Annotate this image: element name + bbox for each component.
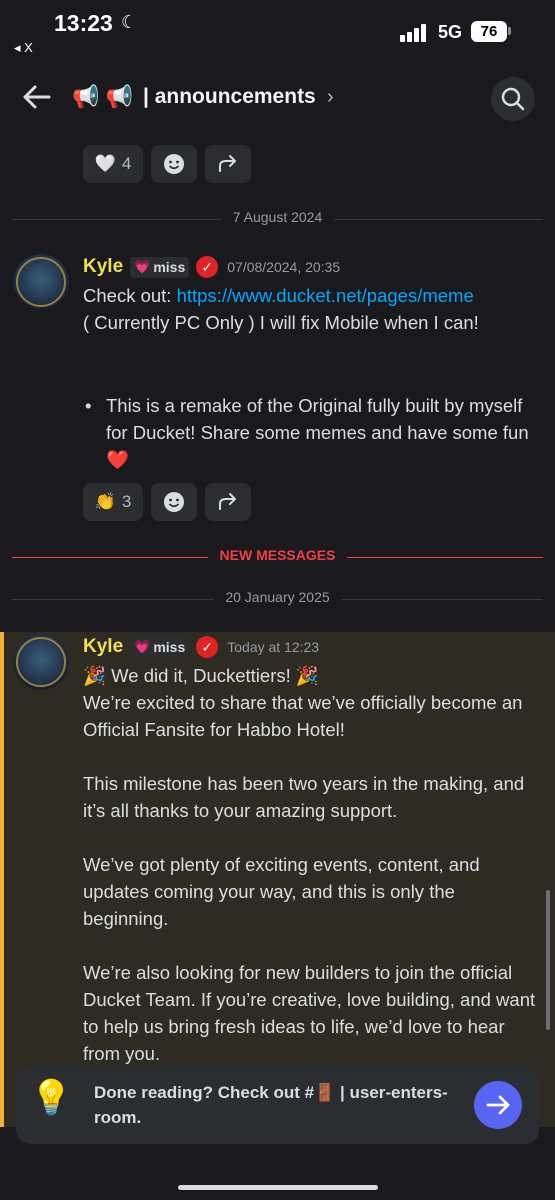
- reaction-count: 4: [121, 154, 132, 173]
- scrollbar[interactable]: [546, 890, 550, 1030]
- heart-icon: 💗: [134, 639, 151, 654]
- avatar[interactable]: [13, 634, 69, 690]
- chevron-right-icon[interactable]: ›: [327, 86, 334, 109]
- lightbulb-icon: 💡: [30, 1079, 73, 1117]
- search-icon: [501, 87, 525, 111]
- message-paragraph: We’re also looking for new builders to j…: [83, 962, 536, 1064]
- list-item-text: This is a remake of the Original fully b…: [106, 395, 529, 470]
- smiley-icon: [164, 154, 184, 174]
- message-header: Kyle 💗 miss ✓ 07/08/2024, 20:35: [83, 256, 340, 278]
- timestamp: 07/08/2024, 20:35: [227, 259, 341, 275]
- battery-nub: [508, 27, 511, 35]
- share-arrow-icon: [219, 155, 236, 172]
- next-channel-banner[interactable]: 💡 Done reading? Check out #🚪 | user-ente…: [16, 1066, 539, 1144]
- back-arrow-icon[interactable]: [20, 80, 54, 114]
- channel-header: 📢 📢 | announcements ›: [0, 64, 555, 134]
- heart-icon: 💗: [134, 259, 151, 274]
- message-text: Check out:: [83, 285, 177, 306]
- author-name[interactable]: Kyle: [83, 256, 123, 278]
- share-arrow-icon: [219, 493, 236, 510]
- new-messages-label: NEW MESSAGES: [207, 547, 348, 563]
- date-divider-label: 7 August 2024: [220, 209, 335, 225]
- verified-badge-icon: ✓: [196, 256, 219, 278]
- banner-text: Done reading? Check out #🚪 | user-enters…: [94, 1083, 448, 1127]
- white-heart-icon: 🤍: [94, 154, 116, 173]
- reaction-clap[interactable]: 👏 3: [83, 483, 143, 521]
- message-paragraph: 🎉 We did it, Duckettiers! 🎉: [83, 665, 319, 686]
- date-divider-label: 20 January 2025: [213, 589, 342, 605]
- share-button[interactable]: [205, 483, 251, 521]
- user-tag[interactable]: 💗 miss: [130, 636, 190, 658]
- message-paragraph: We’ve got plenty of exciting events, con…: [83, 854, 480, 929]
- network-type: 5G: [438, 22, 463, 42]
- arrow-right-icon: [486, 1095, 510, 1115]
- new-messages-divider: NEW MESSAGES: [12, 547, 543, 567]
- go-to-channel-button[interactable]: [474, 1081, 522, 1129]
- date-divider: 20 January 2025: [12, 589, 543, 609]
- user-tag[interactable]: 💗 miss: [130, 256, 190, 278]
- channel-title[interactable]: | announcements: [143, 85, 316, 109]
- message-text: ( Currently PC Only ) I will fix Mobile …: [83, 312, 479, 333]
- user-tag-label: miss: [153, 639, 186, 655]
- clapping-hands-icon: 👏: [94, 492, 116, 511]
- status-time: 13:23: [54, 10, 113, 36]
- message-paragraph: This milestone has been two years in the…: [83, 773, 525, 821]
- message-header: Kyle 💗 miss ✓ Today at 12:23: [83, 636, 319, 658]
- battery-icon: 76: [471, 21, 507, 42]
- status-bar: 13:23 ☾ ◂ X 5G 76: [0, 0, 555, 64]
- verified-badge-icon: ✓: [196, 636, 219, 658]
- date-divider: 7 August 2024: [12, 209, 543, 229]
- author-name[interactable]: Kyle: [83, 636, 123, 658]
- megaphone-icon: 📢 📢: [72, 84, 133, 109]
- moon-icon: ☾: [121, 12, 138, 32]
- bullet-icon: •: [85, 395, 92, 416]
- share-button[interactable]: [205, 145, 251, 183]
- reaction-row: 🤍 4: [83, 145, 251, 183]
- back-to-app-link[interactable]: ◂ X: [14, 40, 33, 56]
- smiley-icon: [164, 492, 184, 512]
- message-link[interactable]: https://www.ducket.net/pages/meme: [177, 285, 474, 306]
- reaction-heart[interactable]: 🤍 4: [83, 145, 143, 183]
- add-reaction-button[interactable]: [151, 483, 197, 521]
- search-button[interactable]: [491, 77, 535, 121]
- avatar[interactable]: [13, 254, 69, 310]
- message-body: Check out: https://www.ducket.net/pages/…: [83, 282, 543, 336]
- reaction-row: 👏 3: [83, 483, 251, 521]
- reaction-count: 3: [121, 492, 132, 511]
- add-reaction-button[interactable]: [151, 145, 197, 183]
- signal-icon: [400, 24, 430, 42]
- message-paragraph: We’re excited to share that we’ve offici…: [83, 692, 523, 740]
- user-tag-label: miss: [153, 259, 186, 275]
- timestamp: Today at 12:23: [227, 639, 320, 655]
- home-indicator[interactable]: [178, 1185, 378, 1190]
- list-item: • This is a remake of the Original fully…: [85, 392, 540, 473]
- message-body: 🎉 We did it, Duckettiers! 🎉 We’re excite…: [83, 662, 543, 1067]
